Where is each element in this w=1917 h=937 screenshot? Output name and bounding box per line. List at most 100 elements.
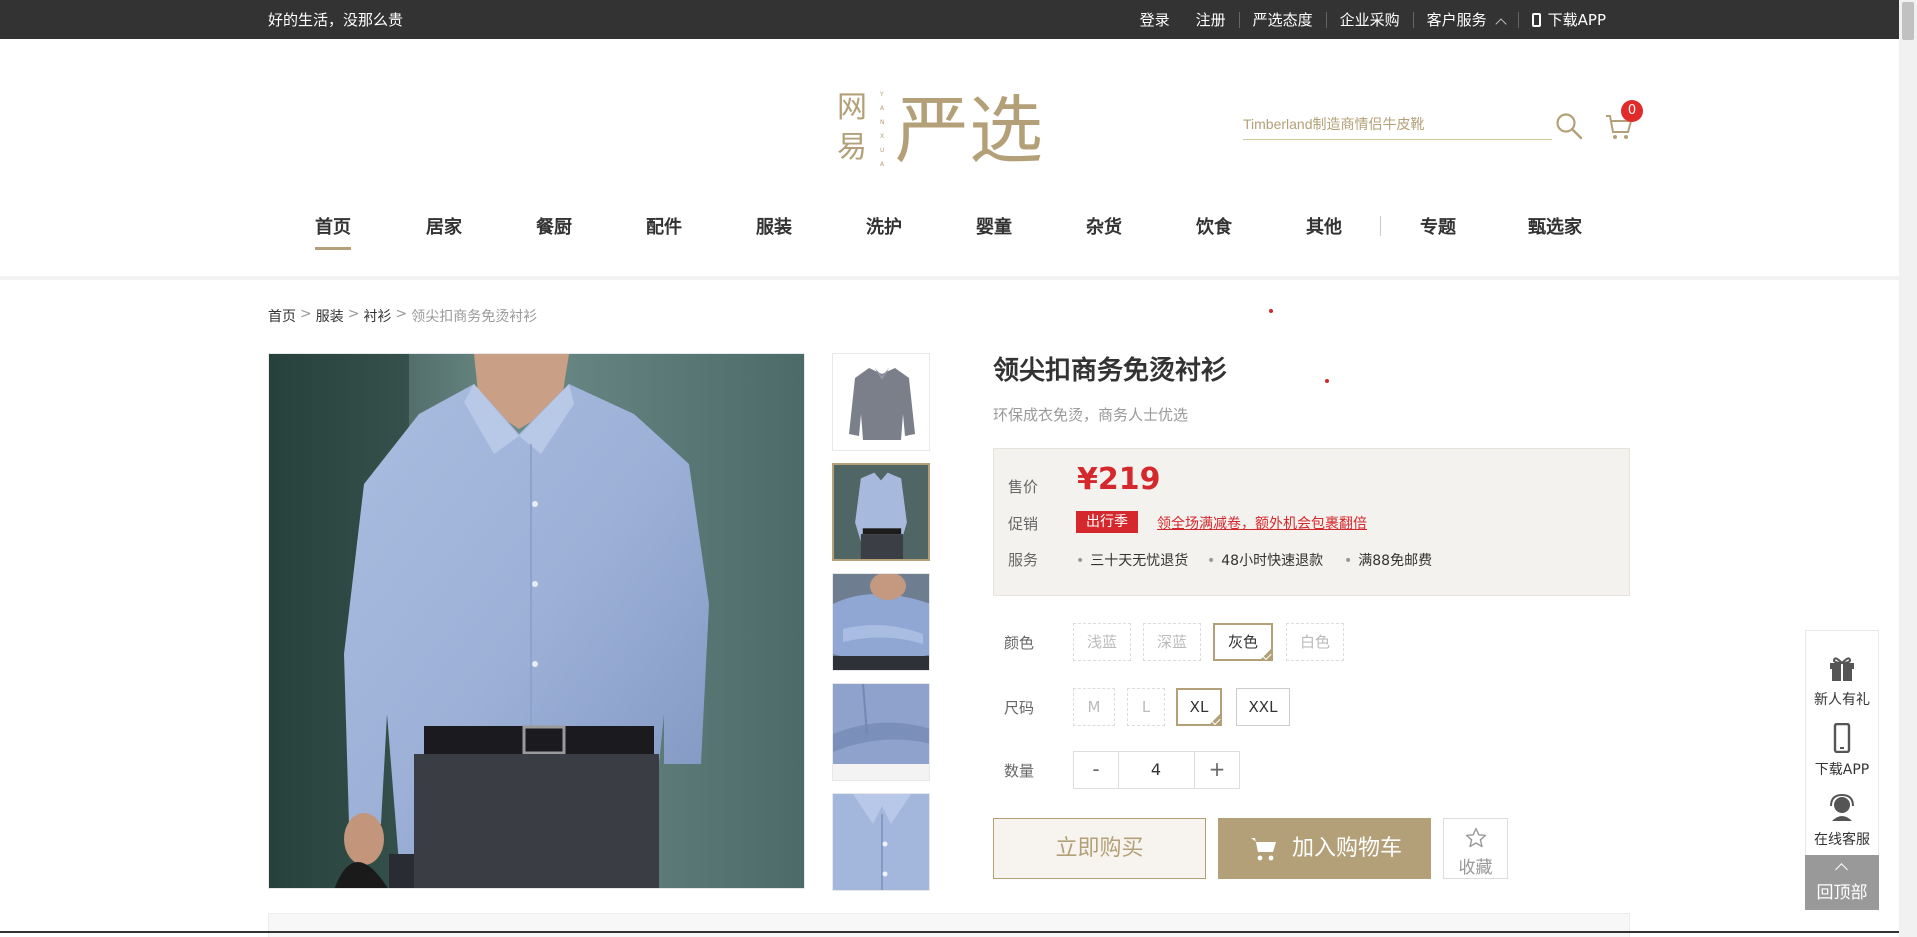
- customer-service-label: 客户服务: [1426, 11, 1487, 29]
- svg-text:N: N: [880, 119, 885, 126]
- star-icon: [1465, 827, 1487, 848]
- breadcrumb-item-shirt[interactable]: 衬衫: [363, 306, 391, 326]
- nav-item-care[interactable]: 洗护: [866, 213, 902, 239]
- add-to-cart-label: 加入购物车: [1292, 836, 1403, 861]
- size-option-m[interactable]: M: [1073, 688, 1115, 726]
- gift-icon: [1830, 657, 1854, 681]
- nav-item-topics[interactable]: 专题: [1420, 213, 1456, 239]
- thumbnail-1[interactable]: [832, 353, 930, 451]
- breadcrumb-item-apparel[interactable]: 服装: [316, 306, 344, 326]
- scrollbar-thumb[interactable]: [1902, 2, 1914, 40]
- search-input[interactable]: [1243, 110, 1552, 138]
- promo-tag: 出行季: [1076, 511, 1138, 533]
- main-product-image[interactable]: [268, 353, 805, 889]
- thumbnail-image: [833, 684, 929, 780]
- cart-icon: [1251, 838, 1276, 861]
- thumbnail-3[interactable]: [832, 573, 930, 671]
- customer-service-icon: [1830, 793, 1854, 821]
- shirt-model-photo: [269, 354, 804, 888]
- check-icon: [1262, 650, 1272, 661]
- size-option-xl[interactable]: XL: [1176, 688, 1222, 726]
- search-box: [1243, 110, 1552, 140]
- svg-text:A: A: [880, 161, 885, 168]
- quantity-increase-button[interactable]: +: [1194, 751, 1240, 789]
- nav-item-apparel[interactable]: 服装: [756, 213, 792, 239]
- color-label: 颜色: [1004, 634, 1035, 652]
- breadcrumb-separator: >: [300, 306, 312, 322]
- customer-service-menu[interactable]: 客户服务: [1414, 9, 1518, 30]
- sidebar-item-new-user-gift[interactable]: 新人有礼: [1806, 645, 1878, 713]
- login-link[interactable]: 登录: [1127, 9, 1183, 30]
- nav-item-kitchen[interactable]: 餐厨: [536, 213, 572, 239]
- nav-item-other[interactable]: 其他: [1306, 213, 1342, 239]
- nav-item-home-living[interactable]: 居家: [426, 213, 462, 239]
- enterprise-link[interactable]: 企业采购: [1327, 9, 1413, 30]
- thumbnail-5[interactable]: [832, 793, 930, 891]
- size-option-xxl[interactable]: XXL: [1236, 688, 1290, 726]
- size-option-xl-label: XL: [1189, 698, 1209, 716]
- chevron-up-icon: [1835, 863, 1848, 876]
- check-icon: [1211, 715, 1221, 726]
- nav-item-food[interactable]: 饮食: [1196, 213, 1232, 239]
- logo[interactable]: 网 易 Y A N X U A 严选: [835, 82, 1065, 172]
- add-to-cart-button[interactable]: 加入购物车: [1218, 818, 1431, 879]
- nav-item-accessories[interactable]: 配件: [646, 213, 682, 239]
- quantity-decrease-button[interactable]: -: [1073, 751, 1119, 789]
- back-to-top-button[interactable]: 回顶部: [1805, 855, 1879, 910]
- thumbnail-image: [833, 794, 929, 890]
- price-label: 售价: [1008, 478, 1039, 496]
- sidebar-item-online-service[interactable]: 在线客服: [1806, 785, 1878, 853]
- color-option-gray-label: 灰色: [1227, 633, 1258, 651]
- color-option-white[interactable]: 白色: [1286, 623, 1344, 661]
- breadcrumb: 首页 > 服装 > 衬衫 > 领尖扣商务免烫衬衫: [268, 306, 541, 326]
- thumbnail-2[interactable]: [832, 463, 930, 561]
- buy-now-button[interactable]: 立即购买: [993, 818, 1206, 879]
- thumbnail-image: [833, 354, 929, 450]
- top-nav: 登录 注册 严选态度 企业采购 客户服务 下载APP: [1127, 9, 1619, 30]
- vertical-scrollbar[interactable]: [1899, 0, 1917, 937]
- svg-text:U: U: [880, 147, 884, 154]
- quantity-input[interactable]: 4: [1118, 751, 1194, 789]
- download-app-link[interactable]: 下载APP: [1519, 9, 1619, 30]
- back-to-top-label: 回顶部: [1816, 883, 1868, 903]
- nav-item-home[interactable]: 首页: [315, 213, 351, 250]
- cart-count-badge: 0: [1621, 100, 1643, 122]
- favorite-button[interactable]: 收藏: [1443, 818, 1508, 879]
- svg-text:严选: 严选: [895, 91, 1043, 172]
- breadcrumb-separator: >: [395, 306, 408, 322]
- slogan: 好的生活，没那么贵: [268, 11, 404, 29]
- quantity-label: 数量: [1004, 762, 1035, 780]
- download-app-label: 下载APP: [1547, 11, 1606, 29]
- color-option-dark-blue[interactable]: 深蓝: [1143, 623, 1201, 661]
- page-bottom-border: [0, 931, 1899, 933]
- attitude-link[interactable]: 严选态度: [1240, 9, 1326, 30]
- promo-link[interactable]: 领全场满减卷，额外机会包裹翻倍: [1157, 513, 1367, 533]
- search-icon[interactable]: [1555, 112, 1583, 140]
- svg-text:X: X: [880, 133, 884, 140]
- size-option-l[interactable]: L: [1127, 688, 1165, 726]
- sidebar-item-download-app[interactable]: 下载APP: [1806, 715, 1878, 783]
- nav-item-selectors[interactable]: 甄选家: [1528, 213, 1582, 239]
- thumbnail-4[interactable]: [832, 683, 930, 781]
- nav-item-baby[interactable]: 婴童: [976, 213, 1012, 239]
- color-option-gray[interactable]: 灰色: [1213, 623, 1273, 661]
- sidebar-item-label: 下载APP: [1814, 762, 1870, 778]
- thumbnail-image: [834, 465, 928, 559]
- detail-section-header: [268, 913, 1630, 937]
- sidebar-item-label: 新人有礼: [1814, 692, 1870, 708]
- decorative-dot: [1269, 309, 1273, 313]
- nav-item-sundries[interactable]: 杂货: [1086, 213, 1122, 239]
- service-item: 三十天无忧退货: [1076, 550, 1188, 570]
- favorite-label: 收藏: [1458, 858, 1493, 878]
- color-option-light-blue[interactable]: 浅蓝: [1073, 623, 1131, 661]
- size-label: 尺码: [1004, 699, 1035, 717]
- promo-label: 促销: [1008, 515, 1039, 533]
- breadcrumb-item-home[interactable]: 首页: [268, 306, 296, 326]
- thumbnail-image: [833, 574, 929, 670]
- page: 好的生活，没那么贵 登录 注册 严选态度 企业采购 客户服务 下载APP 网 易…: [0, 0, 1917, 937]
- service-item: 48小时快速退款: [1207, 550, 1323, 570]
- service-label: 服务: [1008, 551, 1039, 569]
- product-subtitle: 环保成衣免烫，商务人士优选: [993, 406, 1189, 424]
- register-link[interactable]: 注册: [1183, 9, 1239, 30]
- svg-text:易: 易: [837, 131, 867, 164]
